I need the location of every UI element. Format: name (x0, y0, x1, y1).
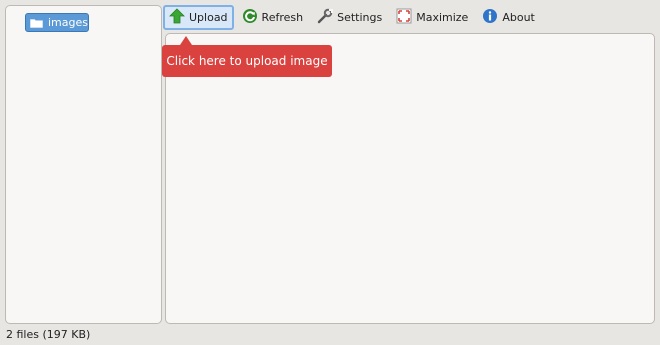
upload-label: Upload (189, 11, 228, 24)
upload-button[interactable]: Upload (163, 5, 234, 30)
maximize-icon (396, 8, 412, 27)
info-icon (482, 8, 498, 27)
status-bar: 2 files (197 KB) (6, 328, 90, 343)
folder-label: images (48, 16, 88, 29)
toolbar: Upload Refresh Settings Maximize About (163, 3, 657, 32)
upload-tooltip: Click here to upload image (162, 45, 332, 77)
refresh-label: Refresh (261, 11, 304, 24)
upload-arrow-icon (169, 8, 185, 27)
about-button[interactable]: About (476, 5, 541, 30)
tooltip-text: Click here to upload image (166, 54, 328, 68)
refresh-button[interactable]: Refresh (236, 5, 310, 30)
maximize-label: Maximize (416, 11, 469, 24)
folder-item-images[interactable]: images (25, 13, 89, 32)
tooltip-arrow (180, 36, 192, 45)
file-count-status: 2 files (197 KB) (6, 328, 91, 341)
folder-tree-panel: images (5, 5, 162, 324)
about-label: About (502, 11, 535, 24)
folder-icon (30, 18, 43, 28)
maximize-button[interactable]: Maximize (390, 5, 474, 30)
settings-button[interactable]: Settings (311, 5, 388, 30)
refresh-icon (242, 8, 258, 27)
wrench-icon (317, 8, 334, 27)
settings-label: Settings (337, 11, 383, 24)
